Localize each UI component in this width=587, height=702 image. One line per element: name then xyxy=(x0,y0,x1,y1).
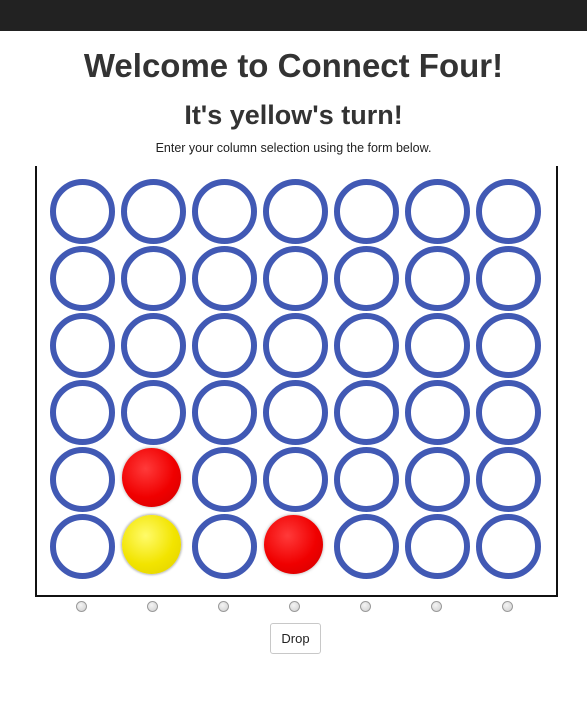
column-radio-2[interactable] xyxy=(147,601,158,612)
empty-slot xyxy=(476,380,541,445)
board-cell xyxy=(263,447,328,512)
board-cell xyxy=(192,447,257,512)
board-cell xyxy=(121,447,186,512)
empty-slot xyxy=(476,313,541,378)
column-radio-5[interactable] xyxy=(360,601,371,612)
empty-slot xyxy=(334,447,399,512)
empty-slot xyxy=(192,246,257,311)
board-cell xyxy=(121,380,186,445)
board-cell xyxy=(405,380,470,445)
column-radio-3[interactable] xyxy=(218,601,229,612)
board-cell xyxy=(263,246,328,311)
board-cell xyxy=(50,447,115,512)
board-cell xyxy=(263,313,328,378)
board-cell xyxy=(192,514,257,579)
board-cell xyxy=(121,313,186,378)
board-cell xyxy=(50,514,115,579)
board-cell xyxy=(334,380,399,445)
empty-slot xyxy=(334,179,399,244)
column-radio-6[interactable] xyxy=(431,601,442,612)
board-cell xyxy=(334,246,399,311)
empty-slot xyxy=(121,313,186,378)
board-cell xyxy=(121,179,186,244)
empty-slot xyxy=(263,179,328,244)
instructions-text: Enter your column selection using the fo… xyxy=(155,141,432,155)
board-cell xyxy=(263,179,328,244)
board-cell xyxy=(192,313,257,378)
board-cell xyxy=(334,447,399,512)
board-cell xyxy=(476,179,541,244)
empty-slot xyxy=(50,447,115,512)
board-cell xyxy=(334,179,399,244)
empty-slot xyxy=(476,246,541,311)
empty-slot xyxy=(192,380,257,445)
board-cell xyxy=(405,313,470,378)
red-piece xyxy=(122,448,181,507)
column-radio-1[interactable] xyxy=(76,601,87,612)
empty-slot xyxy=(476,179,541,244)
empty-slot xyxy=(192,313,257,378)
game-board xyxy=(35,166,558,597)
empty-slot xyxy=(50,380,115,445)
board-cell xyxy=(50,179,115,244)
empty-slot xyxy=(405,380,470,445)
board-cell xyxy=(263,514,328,579)
empty-slot xyxy=(50,514,115,579)
empty-slot xyxy=(263,313,328,378)
board-cell xyxy=(476,313,541,378)
empty-slot xyxy=(263,380,328,445)
turn-indicator: It's yellow's turn! xyxy=(184,100,403,130)
board-cell xyxy=(405,179,470,244)
board-cell xyxy=(334,313,399,378)
column-selector xyxy=(0,601,587,613)
board-cell xyxy=(121,514,186,579)
empty-slot xyxy=(263,246,328,311)
column-radio-4[interactable] xyxy=(289,601,300,612)
board-cell xyxy=(476,514,541,579)
empty-slot xyxy=(334,313,399,378)
red-piece xyxy=(264,515,323,574)
board-cell xyxy=(263,380,328,445)
board-cell xyxy=(50,246,115,311)
empty-slot xyxy=(405,246,470,311)
empty-slot xyxy=(121,246,186,311)
empty-slot xyxy=(192,179,257,244)
board-cell xyxy=(476,246,541,311)
board-cell xyxy=(121,246,186,311)
board-cell xyxy=(405,246,470,311)
empty-slot xyxy=(476,447,541,512)
empty-slot xyxy=(334,246,399,311)
board-cell xyxy=(334,514,399,579)
empty-slot xyxy=(476,514,541,579)
column-radio-7[interactable] xyxy=(502,601,513,612)
board-cell xyxy=(405,447,470,512)
board-cell xyxy=(476,447,541,512)
page-title: Welcome to Connect Four! xyxy=(83,47,504,84)
empty-slot xyxy=(121,380,186,445)
empty-slot xyxy=(50,313,115,378)
empty-slot xyxy=(334,380,399,445)
board-cell xyxy=(405,514,470,579)
empty-slot xyxy=(334,514,399,579)
empty-slot xyxy=(50,179,115,244)
board-cell xyxy=(192,179,257,244)
board-cell xyxy=(192,246,257,311)
board-cell xyxy=(476,380,541,445)
empty-slot xyxy=(192,514,257,579)
empty-slot xyxy=(405,313,470,378)
empty-slot xyxy=(405,447,470,512)
top-navbar xyxy=(0,0,587,31)
yellow-piece xyxy=(122,515,181,574)
empty-slot xyxy=(121,179,186,244)
board-cell xyxy=(192,380,257,445)
board-cell xyxy=(50,380,115,445)
empty-slot xyxy=(405,514,470,579)
empty-slot xyxy=(50,246,115,311)
drop-button[interactable]: Drop xyxy=(270,623,321,654)
empty-slot xyxy=(192,447,257,512)
empty-slot xyxy=(405,179,470,244)
empty-slot xyxy=(263,447,328,512)
board-cell xyxy=(50,313,115,378)
